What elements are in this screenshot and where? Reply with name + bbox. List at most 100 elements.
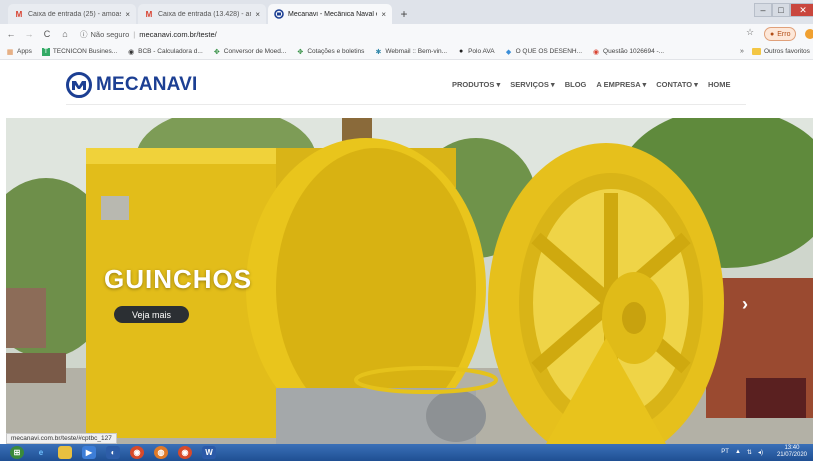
nav-produtos[interactable]: PRODUTOS ▾: [452, 80, 500, 89]
browser-tab-gmail-25[interactable]: M Caixa de entrada (25) - amoasor... ×: [8, 4, 136, 24]
chrome-icon[interactable]: ◉: [178, 446, 192, 459]
bookmarks-more-button[interactable]: »: [740, 48, 744, 55]
bookmark-icon: ◆: [505, 48, 512, 56]
chrome-icon[interactable]: ◉: [130, 446, 144, 459]
bookmark-star-icon[interactable]: ☆: [746, 27, 754, 38]
security-label: Não seguro: [90, 29, 130, 39]
tab-title: Caixa de entrada (25) - amoasor...: [28, 10, 122, 18]
bookmark-webmail[interactable]: ✱ Webmail :: Bem-vin...: [374, 48, 447, 56]
network-icon[interactable]: ⇅: [747, 449, 752, 456]
app-icon[interactable]: ◐: [106, 446, 120, 459]
hero-title: GUINCHOS: [104, 264, 253, 294]
tab-title: Mecanavi - Mecânica Naval e In...: [288, 10, 377, 18]
mecanavi-icon: [274, 9, 284, 19]
clock-time: 13:40: [784, 445, 800, 451]
gmail-icon: M: [15, 9, 23, 19]
new-tab-button[interactable]: +: [396, 6, 412, 22]
system-tray: PT ▲ ⇅ ◂) 13:40 21/07/2020: [715, 445, 807, 459]
bookmark-tecnicon[interactable]: T TECNICON Busines...: [41, 47, 118, 56]
site-logo[interactable]: MECANAVI: [66, 72, 198, 98]
info-icon[interactable]: ⓘ: [80, 29, 88, 40]
bookmark-cotacoes[interactable]: ✥ Cotações e boletins: [296, 48, 364, 56]
nav-contato[interactable]: CONTATO ▾: [656, 80, 698, 89]
minimize-button[interactable]: –: [754, 3, 772, 17]
nav-servicos[interactable]: SERVIÇOS ▾: [510, 80, 554, 89]
browser-tab-mecanavi[interactable]: Mecanavi - Mecânica Naval e In... ×: [268, 4, 392, 24]
maximize-button[interactable]: □: [772, 3, 790, 17]
quotes-icon: ✥: [297, 48, 304, 56]
bookmarks-bar: ▦ Apps T TECNICON Busines... ◉ BCB - Calcul…: [0, 44, 813, 60]
close-icon[interactable]: ×: [381, 10, 386, 19]
logo-text: MECANAVI: [96, 74, 198, 95]
bookmark-polo-ava[interactable]: ● Polo AVA: [457, 48, 495, 56]
profile-avatar-icon: ●: [770, 30, 775, 38]
bookmark-questao[interactable]: ◉ Questão 1026694 -...: [592, 48, 664, 56]
webmail-icon: ✱: [375, 48, 382, 56]
bookmark-list: ▦ Apps T TECNICON Busines... ◉ BCB - Calcul…: [0, 47, 674, 56]
tray-arrow-icon[interactable]: ▲: [735, 449, 741, 455]
bookmark-label: Apps: [17, 48, 32, 55]
forward-icon[interactable]: →: [22, 29, 36, 39]
bookmark-label: Webmail :: Bem-vin...: [385, 48, 448, 55]
url-text: mecanavi.com.br/teste/: [139, 29, 217, 39]
bookmark-apps[interactable]: ▦ Apps: [6, 48, 32, 56]
start-button-icon[interactable]: ⊞: [10, 446, 24, 459]
other-bookmarks-button[interactable]: Outros favoritos: [752, 48, 810, 55]
window-controls: – □ ✕: [754, 3, 813, 17]
question-icon: ◉: [592, 48, 600, 56]
veja-mais-button[interactable]: Veja mais: [114, 306, 189, 323]
profile-error-button[interactable]: ● Erro: [764, 27, 797, 41]
volume-icon[interactable]: ◂): [758, 449, 763, 456]
address-separator: |: [133, 29, 136, 39]
bookmark-bcb[interactable]: ◉ BCB - Calculadora d...: [127, 48, 203, 56]
status-bar-url: mecanavi.com.br/teste/#cptbc_127: [6, 433, 117, 444]
bcb-icon: ◉: [128, 48, 135, 56]
gmail-icon: M: [145, 9, 153, 19]
bookmark-label: TECNICON Busines...: [52, 48, 118, 55]
folder-icon: [752, 48, 761, 55]
close-icon[interactable]: ×: [255, 10, 260, 19]
window-close-button[interactable]: ✕: [790, 3, 813, 17]
main-nav: PRODUTOS ▾ SERVIÇOS ▾ BLOG A EMPRESA ▾ C…: [452, 80, 740, 89]
hero-slider: GUINCHOS Veja mais ›: [6, 118, 813, 444]
file-explorer-icon[interactable]: [58, 446, 72, 459]
address-bar[interactable]: ⓘ Não seguro | mecanavi.com.br/teste/: [80, 27, 740, 41]
bookmark-label: Conversor de Moed...: [223, 48, 287, 55]
extension-icon[interactable]: [805, 29, 813, 39]
slider-next-arrow-icon[interactable]: ›: [742, 294, 748, 315]
nav-a-empresa[interactable]: A EMPRESA ▾: [596, 80, 646, 89]
site-header: MECANAVI PRODUTOS ▾ SERVIÇOS ▾ BLOG A EM…: [0, 60, 813, 112]
apps-grid-icon: ▦: [6, 48, 14, 56]
bookmark-desenhos[interactable]: ◆ O QUE OS DESENH...: [505, 48, 582, 56]
profile-label: Erro: [777, 30, 791, 38]
mecanavi-logo-icon: [66, 72, 92, 98]
header-divider: [66, 104, 746, 105]
other-bookmarks-label: Outros favoritos: [764, 48, 810, 55]
media-player-icon[interactable]: ▶: [82, 446, 96, 459]
bookmark-label: O QUE OS DESENH...: [515, 48, 583, 55]
tab-title: Caixa de entrada (13.428) - amo...: [158, 10, 251, 18]
back-icon[interactable]: ←: [4, 29, 18, 39]
language-indicator[interactable]: PT: [721, 449, 729, 455]
word-icon[interactable]: W: [202, 446, 216, 459]
currency-icon: ✥: [213, 48, 220, 56]
internet-explorer-icon[interactable]: e: [34, 446, 48, 459]
windows-taskbar: ⊞ e ▶ ◐ ◉ ◍ ◉ W PT ▲ ⇅ ◂) 13:40 21/07/20…: [0, 444, 813, 461]
bookmark-conversor[interactable]: ✥ Conversor de Moed...: [213, 48, 287, 56]
clock[interactable]: 13:40 21/07/2020: [771, 445, 807, 459]
bookmark-label: BCB - Calculadora d...: [138, 48, 203, 55]
nav-home[interactable]: HOME: [708, 80, 731, 89]
reload-icon[interactable]: C: [40, 29, 54, 39]
bookmark-label: Questão 1026694 -...: [603, 48, 665, 55]
nav-blog[interactable]: BLOG: [565, 80, 587, 89]
tecnicon-icon: T: [41, 47, 50, 56]
browser-tab-gmail-13428[interactable]: M Caixa de entrada (13.428) - amo... ×: [138, 4, 266, 24]
close-icon[interactable]: ×: [125, 10, 130, 19]
bookmark-label: Cotações e boletins: [307, 48, 365, 55]
firefox-icon[interactable]: ◍: [154, 446, 168, 459]
clock-date: 21/07/2020: [776, 452, 807, 458]
browser-tab-strip: M Caixa de entrada (25) - amoasor... × M…: [0, 0, 813, 24]
polo-icon: ●: [458, 48, 464, 55]
home-icon[interactable]: ⌂: [58, 29, 72, 39]
bookmark-label: Polo AVA: [468, 48, 495, 55]
